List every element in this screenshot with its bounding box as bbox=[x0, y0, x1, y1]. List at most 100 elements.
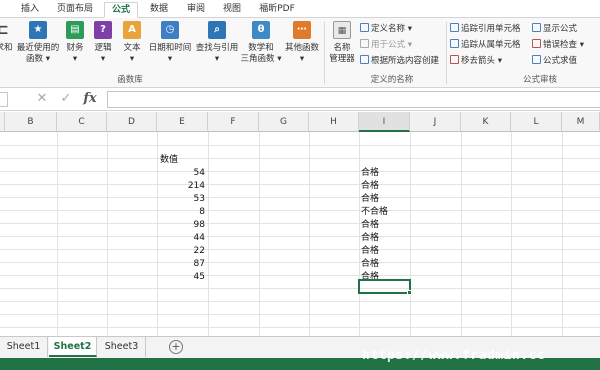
recent-functions-label: 最近使用的 函数 ▾ bbox=[16, 43, 60, 64]
math-trig-label: 数学和 三角函数 ▾ bbox=[240, 43, 282, 64]
formula-bar-buttons: ✕ ✓ fx bbox=[30, 91, 102, 108]
column-header[interactable]: D bbox=[107, 112, 157, 132]
function-library-group-label: 函数库 bbox=[117, 75, 143, 85]
tab-formulas[interactable]: 公式 bbox=[104, 2, 138, 18]
gridline bbox=[107, 132, 108, 336]
tab-view[interactable]: 视图 bbox=[216, 2, 248, 18]
ribbon-tab-bar: 插入 页面布局 公式 数据 审阅 视图 福昕PDF bbox=[0, 0, 600, 18]
worksheet-grid[interactable]: B C D E F G H I J K L M 数值 54 214 53 8 9… bbox=[0, 112, 600, 336]
result-cell[interactable]: 合格 bbox=[361, 193, 379, 205]
tab-review[interactable]: 审阅 bbox=[180, 2, 212, 18]
gridline bbox=[359, 132, 360, 336]
column-header-selected[interactable]: I bbox=[359, 112, 410, 132]
create-from-selection-icon bbox=[360, 55, 369, 64]
use-in-formula-icon bbox=[360, 39, 369, 48]
star-icon: ★ bbox=[29, 21, 47, 39]
tab-data[interactable]: 数据 bbox=[143, 2, 175, 18]
define-name-icon bbox=[360, 23, 369, 32]
trace-dependents-icon bbox=[450, 39, 459, 48]
value-cell[interactable]: 44 bbox=[158, 232, 205, 244]
logical-label: 逻辑 ▾ bbox=[94, 43, 112, 64]
add-sheet-icon[interactable]: + bbox=[169, 340, 183, 354]
create-from-selection-button[interactable]: 根据所选内容创建 bbox=[360, 55, 439, 67]
gridline bbox=[0, 171, 600, 172]
gridline bbox=[0, 210, 600, 211]
name-box[interactable] bbox=[0, 92, 8, 107]
gridline bbox=[57, 132, 58, 336]
value-cell[interactable]: 214 bbox=[158, 180, 205, 192]
gridline bbox=[562, 132, 563, 336]
gridline bbox=[208, 132, 209, 336]
gridline bbox=[410, 132, 411, 336]
gridline bbox=[0, 262, 600, 263]
column-header[interactable]: K bbox=[461, 112, 511, 132]
column-header[interactable]: C bbox=[57, 112, 107, 132]
gridline bbox=[511, 132, 512, 336]
gridline bbox=[0, 236, 600, 237]
lookup-reference-label: 查找与引用 ▾ bbox=[195, 43, 239, 64]
result-cell[interactable]: 合格 bbox=[361, 167, 379, 179]
text-icon: A bbox=[123, 21, 141, 39]
use-in-formula-button[interactable]: 用于公式 ▾ bbox=[360, 39, 412, 51]
financial-label: 财务 ▾ bbox=[66, 43, 84, 64]
result-cell[interactable]: 合格 bbox=[361, 219, 379, 231]
tab-insert[interactable]: 插入 bbox=[14, 2, 46, 18]
cancel-icon[interactable]: ✕ bbox=[30, 91, 54, 106]
value-cell[interactable]: 98 bbox=[158, 219, 205, 231]
theta-icon: θ bbox=[252, 21, 270, 39]
result-cell[interactable]: 不合格 bbox=[361, 206, 388, 218]
fill-handle[interactable] bbox=[407, 290, 412, 295]
remove-arrows-button[interactable]: 移去箭头 ▾ bbox=[450, 55, 502, 67]
sheet-tab-sheet2[interactable]: Sheet2 bbox=[49, 337, 97, 357]
watermark: https://www.fradmin.cc bbox=[362, 348, 546, 363]
tab-foxit-pdf[interactable]: 福昕PDF bbox=[252, 2, 302, 18]
insert-function-icon[interactable]: fx bbox=[78, 91, 102, 106]
gridline bbox=[0, 158, 600, 159]
date-time-label: 日期和时间 ▾ bbox=[148, 43, 192, 64]
active-cell-selection[interactable] bbox=[358, 279, 411, 294]
clock-icon: ◷ bbox=[161, 21, 179, 39]
value-cell[interactable]: 8 bbox=[158, 206, 205, 218]
column-header[interactable]: H bbox=[309, 112, 359, 132]
formula-auditing-group-label: 公式审核 bbox=[522, 75, 557, 85]
gridline bbox=[0, 197, 600, 198]
result-cell[interactable]: 合格 bbox=[361, 258, 379, 270]
trace-dependents-button[interactable]: 追踪从属单元格 bbox=[450, 39, 521, 51]
column-header[interactable]: J bbox=[410, 112, 461, 132]
error-checking-button[interactable]: 错误检查 ▾ bbox=[532, 39, 584, 51]
result-cell[interactable]: 合格 bbox=[361, 232, 379, 244]
gridline bbox=[0, 327, 600, 328]
sheet-tab-sheet1[interactable]: Sheet1 bbox=[0, 337, 48, 357]
sheet-tab-sheet3[interactable]: Sheet3 bbox=[98, 337, 146, 357]
value-cell[interactable]: 87 bbox=[158, 258, 205, 270]
enter-icon[interactable]: ✓ bbox=[54, 91, 78, 106]
value-cell[interactable]: 53 bbox=[158, 193, 205, 205]
tab-page-layout[interactable]: 页面布局 bbox=[52, 2, 98, 18]
column-header[interactable]: B bbox=[5, 112, 57, 132]
column-header[interactable]: F bbox=[208, 112, 259, 132]
value-cell[interactable]: 22 bbox=[158, 245, 205, 257]
column-header[interactable]: L bbox=[511, 112, 562, 132]
text-functions-label: 文本 ▾ bbox=[123, 43, 141, 64]
group-separator bbox=[324, 22, 325, 84]
evaluate-formula-icon bbox=[532, 55, 541, 64]
value-cell[interactable]: 54 bbox=[158, 167, 205, 179]
column-header[interactable]: G bbox=[259, 112, 309, 132]
trace-precedents-button[interactable]: 追踪引用单元格 bbox=[450, 23, 521, 35]
column-header[interactable]: M bbox=[562, 112, 600, 132]
value-cell[interactable]: 45 bbox=[158, 271, 205, 283]
column-title-cell[interactable]: 数值 bbox=[160, 154, 178, 166]
more-functions-icon: ⋯ bbox=[293, 21, 311, 39]
formula-input[interactable] bbox=[107, 91, 600, 108]
result-cell[interactable]: 合格 bbox=[361, 180, 379, 192]
result-cell[interactable]: 合格 bbox=[361, 245, 379, 257]
column-header[interactable]: E bbox=[157, 112, 208, 132]
show-formulas-button[interactable]: 显示公式 bbox=[532, 23, 577, 35]
gridline bbox=[259, 132, 260, 336]
defined-names-group-label: 定义的名称 bbox=[370, 75, 414, 85]
formula-bar: ✕ ✓ fx bbox=[0, 89, 600, 111]
gridline bbox=[0, 249, 600, 250]
name-manager-icon: ▦ bbox=[333, 21, 351, 39]
evaluate-formula-button[interactable]: 公式求值 bbox=[532, 55, 577, 67]
define-name-button[interactable]: 定义名称 ▾ bbox=[360, 23, 412, 35]
